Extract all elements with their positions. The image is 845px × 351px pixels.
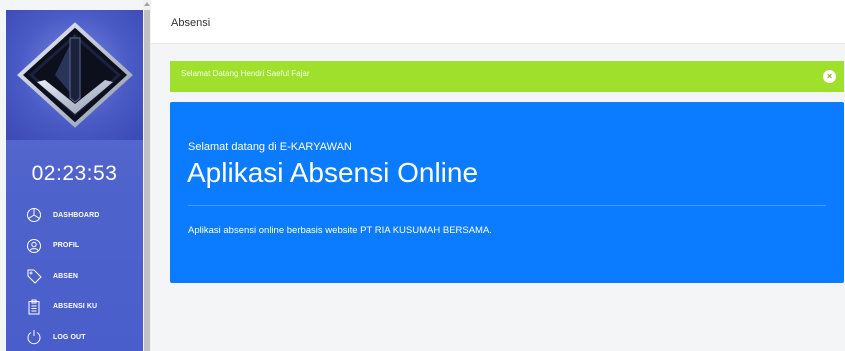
sidebar-item-profil[interactable]: PROFIL <box>6 231 143 262</box>
scroll-up-icon[interactable] <box>144 2 150 6</box>
alert-message: Selamat Datang Hendri Saeful Fajar <box>181 69 310 78</box>
sidebar-item-label: ABSENSI KU <box>53 303 98 311</box>
power-icon <box>27 330 41 345</box>
sidebar-item-label: LOG OUT <box>53 333 86 341</box>
jumbotron-subtitle: Selamat datang di E-KARYAWAN <box>188 141 352 153</box>
app-logo <box>6 10 143 140</box>
page-title: Absensi <box>171 17 211 29</box>
clipboard-icon <box>28 299 40 315</box>
sidebar-item-label: PROFIL <box>53 242 80 250</box>
logo-emblem-icon <box>16 22 133 128</box>
sidebar-item-log-out[interactable]: LOG OUT <box>6 322 143 351</box>
sidebar-item-absen[interactable]: ABSEN <box>6 261 143 292</box>
divider <box>188 205 826 206</box>
sidebar: 02:23:53 DASHBOARD PROFIL ABSEN ABSENSI … <box>6 10 143 351</box>
welcome-jumbotron: Selamat datang di E-KARYAWAN Aplikasi Ab… <box>170 102 844 283</box>
sidebar-item-label: DASHBOARD <box>53 211 100 219</box>
profile-icon <box>27 238 41 253</box>
sidebar-nav: DASHBOARD PROFIL ABSEN ABSENSI KU LOG OU… <box>6 200 143 351</box>
welcome-alert: Selamat Datang Hendri Saeful Fajar × <box>170 61 844 92</box>
sidebar-scrollbar[interactable] <box>143 0 151 351</box>
jumbotron-title: Aplikasi Absensi Online <box>187 157 479 188</box>
top-bar: Absensi <box>151 0 845 44</box>
sidebar-item-dashboard[interactable]: DASHBOARD <box>6 200 143 231</box>
sidebar-item-absensi-ku[interactable]: ABSENSI KU <box>6 292 143 323</box>
clock-display: 02:23:53 <box>31 162 118 185</box>
sidebar-item-label: ABSEN <box>53 272 79 280</box>
tag-icon <box>27 269 42 284</box>
jumbotron-description: Aplikasi absensi online berbasis website… <box>188 225 492 236</box>
scroll-thumb[interactable] <box>144 10 150 351</box>
main-content: Absensi Selamat Datang Hendri Saeful Faj… <box>151 0 845 351</box>
dashboard-icon <box>27 208 41 223</box>
close-icon[interactable]: × <box>823 70 836 83</box>
